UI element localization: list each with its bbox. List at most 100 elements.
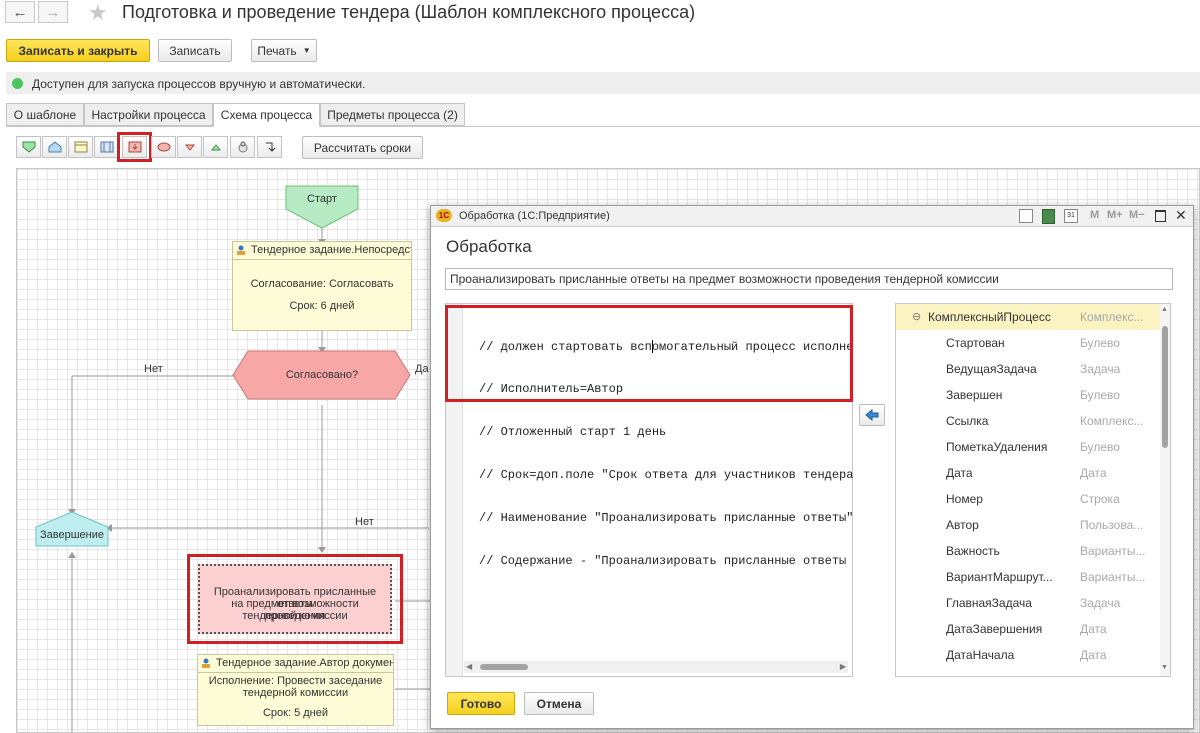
tree-name: Дата <box>946 466 973 480</box>
tree-type: Строка <box>1080 492 1120 506</box>
task-node-approval[interactable]: Тендерное задание.Непосредственны Соглас… <box>232 241 412 331</box>
subprocess-shape-icon <box>100 141 113 153</box>
condition-shape-icon <box>184 144 195 151</box>
calendar-icon[interactable]: 31 <box>1064 209 1078 223</box>
merge-shape-button[interactable] <box>230 136 255 158</box>
tree-row[interactable]: Дата Дата <box>896 460 1160 486</box>
finish-shape-icon <box>48 141 61 153</box>
tree-row[interactable]: ВедущаяЗадача Задача <box>896 356 1160 382</box>
task-node-header: Тендерное задание.Непосредственны <box>233 242 411 260</box>
back-button[interactable]: ← <box>5 1 35 23</box>
save-button[interactable]: Записать <box>158 39 232 62</box>
print-icon[interactable] <box>1019 209 1033 223</box>
tree-row[interactable]: ПометкаУдаления Булево <box>896 434 1160 460</box>
tree-row[interactable]: ДатаЗавершения Дата <box>896 616 1160 642</box>
selected-tool-highlight <box>117 132 152 162</box>
vertical-scrollbar[interactable]: ▲ ▼ <box>1160 304 1170 676</box>
tree-name: КомплексныйПроцесс <box>928 310 1051 324</box>
task-shape-button[interactable] <box>68 136 93 158</box>
user-icon <box>237 245 245 255</box>
user-icon <box>202 658 210 668</box>
finish-shape-button[interactable] <box>42 136 67 158</box>
branch-label-no: Нет <box>144 363 163 375</box>
vertical-scroll-thumb[interactable] <box>1162 326 1168 448</box>
start-shape-icon <box>22 141 35 153</box>
close-icon[interactable]: ✕ <box>1175 207 1187 224</box>
memory-mplus-icon[interactable]: M+ <box>1107 209 1123 221</box>
activity-shape-button[interactable] <box>151 136 176 158</box>
save-and-close-button[interactable]: Записать и закрыть <box>6 39 150 62</box>
task-node-meeting[interactable]: Тендерное задание.Автор документа Исполн… <box>197 654 394 726</box>
processing-node-body: Проанализировать присланные ответы на пр… <box>198 564 392 634</box>
tree-row[interactable]: ГлавнаяЗадача Задача <box>896 590 1160 616</box>
calculator-icon[interactable] <box>1042 209 1055 224</box>
tree-row-root[interactable]: КомплексныйПроцесс Комплекс... <box>896 304 1160 330</box>
task2-action-2: тендерной комиссии <box>242 687 349 699</box>
task-node-deadline: Срок: 6 дней <box>289 300 355 312</box>
insert-field-button[interactable] <box>859 404 885 426</box>
forward-button[interactable]: → <box>38 1 68 23</box>
tab-process-schema[interactable]: Схема процесса <box>213 103 320 127</box>
tree-type: Задача <box>1080 362 1121 376</box>
tree-type: Булево <box>1080 336 1120 350</box>
tree-row[interactable]: Важность Варианты... <box>896 538 1160 564</box>
calculate-deadlines-button[interactable]: Рассчитать сроки <box>302 136 423 159</box>
tree-name: ПометкаУдаления <box>946 440 1048 454</box>
tree-type: Пользова... <box>1080 518 1144 532</box>
dialog-heading: Обработка <box>446 237 532 256</box>
tab-process-settings[interactable]: Настройки процесса <box>84 103 213 126</box>
1c-logo-icon: 1С <box>436 209 452 222</box>
task-node-action: Согласование: Согласовать <box>250 278 394 290</box>
start-node[interactable] <box>285 185 359 229</box>
tree-row[interactable]: Стартован Булево <box>896 330 1160 356</box>
status-indicator-icon <box>12 78 23 89</box>
horizontal-scroll-thumb[interactable] <box>480 664 528 670</box>
tree-row[interactable]: Номер Строка <box>896 486 1160 512</box>
subprocess-shape-button[interactable] <box>94 136 119 158</box>
fields-tree[interactable]: ⊖ КомплексныйПроцесс Комплекс... Стартова… <box>895 303 1171 677</box>
cancel-button[interactable]: Отмена <box>524 692 594 715</box>
processing-dialog: 1С Обработка (1С:Предприятие) 31 M M+ M−… <box>430 205 1194 729</box>
info-text: Доступен для запуска процессов вручную и… <box>32 77 366 91</box>
tree-row[interactable]: Завершен Булево <box>896 382 1160 408</box>
tree-row[interactable]: ДатаНачала Дата <box>896 642 1160 668</box>
code-line: // Содержание - "Проанализировать присла… <box>479 554 854 569</box>
tree-type: Варианты... <box>1080 570 1146 584</box>
condition-shape-button[interactable] <box>177 136 202 158</box>
tab-divider <box>6 126 1200 127</box>
memory-mminus-icon[interactable]: M− <box>1129 209 1145 221</box>
scroll-right-icon[interactable]: ▶ <box>840 662 846 671</box>
tree-row[interactable]: Автор Пользова... <box>896 512 1160 538</box>
tree-name: ДатаЗавершения <box>946 622 1043 636</box>
chevron-down-icon: ▼ <box>302 46 311 55</box>
scroll-up-icon[interactable]: ▲ <box>1161 306 1168 313</box>
scroll-down-icon[interactable]: ▼ <box>1161 664 1168 671</box>
window-title: Подготовка и проведение тендера (Шаблон … <box>122 2 696 22</box>
tab-process-subjects[interactable]: Предметы процесса (2) <box>320 103 465 126</box>
split-shape-button[interactable] <box>203 136 228 158</box>
tree-type: Дата <box>1080 622 1107 636</box>
tree-row[interactable]: ВариантМаршрут... Варианты... <box>896 564 1160 590</box>
favorite-star-icon[interactable]: ★ <box>88 0 108 26</box>
processing-name-field[interactable]: Проанализировать присланные ответы на пр… <box>445 268 1173 290</box>
task2-header: Тендерное задание.Автор документа <box>198 655 393 673</box>
tree-type: Булево <box>1080 440 1120 454</box>
tree-type: Дата <box>1080 648 1107 662</box>
horizontal-scrollbar[interactable]: ◀ ▶ <box>464 661 848 673</box>
maximize-icon[interactable] <box>1155 210 1166 222</box>
tree-name: Важность <box>946 544 1000 558</box>
scroll-left-icon[interactable]: ◀ <box>466 662 472 671</box>
processing-node[interactable]: Проанализировать присланные ответы на пр… <box>187 554 403 644</box>
print-menu-button[interactable]: Печать ▼ <box>251 39 317 62</box>
tree-type: Булево <box>1080 388 1120 402</box>
branch-label-yes: Да <box>415 363 429 375</box>
done-button[interactable]: Готово <box>447 692 515 715</box>
tree-name: Стартован <box>946 336 1005 350</box>
task2-action-1: Исполнение: Провести заседание <box>208 675 383 687</box>
tree-row[interactable]: Ссылка Комплекс... <box>896 408 1160 434</box>
start-shape-button[interactable] <box>16 136 41 158</box>
memory-m-icon[interactable]: M <box>1090 209 1099 221</box>
processing-line-3: тендерной комиссии <box>242 610 348 622</box>
connector-button[interactable] <box>257 136 282 158</box>
tab-about-template[interactable]: О шаблоне <box>6 103 84 126</box>
